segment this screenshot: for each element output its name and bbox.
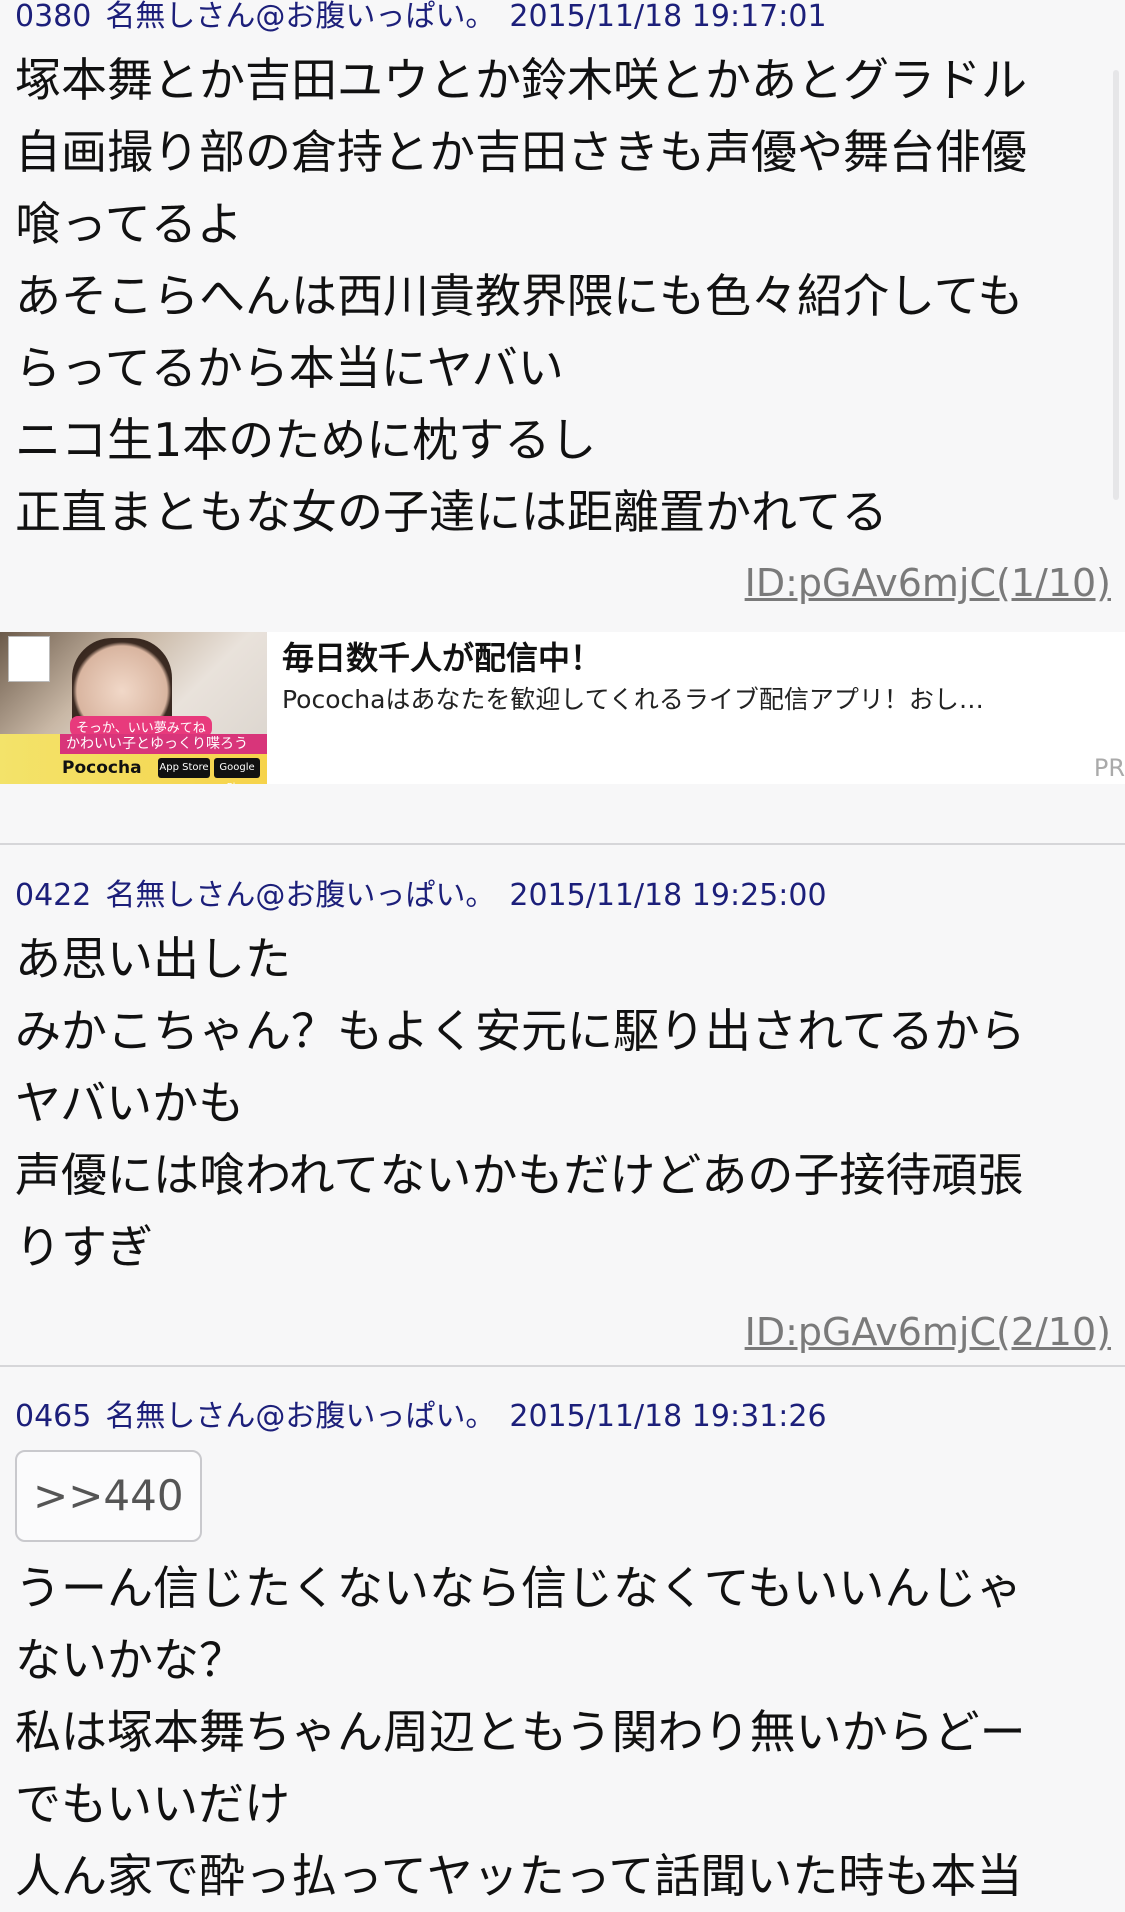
- post: 0380 名無しさん@お腹いっぱい。 2015/11/18 19:17:01 塚本舞…: [0, 0, 1125, 606]
- post-number: 0380: [15, 0, 92, 34]
- post-line: 声優には喰われてないかもだけどあの子接待頑張: [15, 1148, 1024, 1202]
- post-body: >>440 うーん信じたくないなら信じなくてもいいんじゃ ないかな？ 私は塚本舞…: [0, 1442, 1125, 1912]
- thumb-inset-image: [8, 636, 50, 682]
- pococha-logo: Pococha: [62, 758, 142, 778]
- post-body: あ思い出した みかこちゃん？もよく安元に駆り出されてるから ヤバいかも 声優には…: [0, 923, 1125, 1283]
- post-line: ニコ生1本のために枕するし: [15, 413, 597, 467]
- post-line: りすぎ: [15, 1220, 153, 1274]
- ad-pr-label: PR: [1093, 754, 1125, 782]
- post-line: みかこちゃん？もよく安元に駆り出されてるから: [15, 1004, 1026, 1058]
- post-line: 人ん家で酔っ払ってヤッたって話聞いた時も本当: [15, 1849, 1023, 1903]
- post-line: ヤバいかも: [15, 1076, 245, 1130]
- post-number: 0422: [15, 878, 92, 913]
- divider: [0, 1365, 1125, 1367]
- post-header: 0422 名無しさん@お腹いっぱい。 2015/11/18 19:25:00: [0, 879, 1125, 913]
- post: 0465 名無しさん@お腹いっぱい。 2015/11/18 19:31:26 >>4…: [0, 1400, 1125, 1912]
- divider: [0, 843, 1125, 845]
- post-header: 0380 名無しさん@お腹いっぱい。 2015/11/18 19:17:01: [0, 0, 1125, 34]
- thumb-banner: かわいい子とゆっくり喋ろう Pococha App Store Google P…: [0, 734, 267, 784]
- ad-text[interactable]: 毎日数千人が配信中！ Pocochaはあなたを歓迎してくれるライブ配信アプリ！お…: [267, 632, 1125, 784]
- post-datetime: 2015/11/18 19:31:26: [509, 1399, 827, 1434]
- post-datetime: 2015/11/18 19:25:00: [509, 878, 827, 913]
- post-line: あそこらへんは西川貴教界隈にも色々紹介しても: [15, 269, 1024, 323]
- post-line: でもいいだけ: [15, 1777, 291, 1831]
- post-number: 0465: [15, 1399, 92, 1434]
- post-line: あ思い出した: [15, 932, 291, 986]
- post-header: 0465 名無しさん@お腹いっぱい。 2015/11/18 19:31:26: [0, 1400, 1125, 1434]
- post-line: 私は塚本舞ちゃん周辺ともう関わり無いからどー: [15, 1705, 1026, 1759]
- ad-thumbnail[interactable]: そっか、いい夢みてね かわいい子とゆっくり喋ろう Pococha App Sto…: [0, 632, 267, 784]
- app-store-badge: App Store: [158, 758, 210, 778]
- post-line: らってるから本当にヤバい: [15, 341, 564, 395]
- ad-description[interactable]: Pocochaはあなたを歓迎してくれるライブ配信アプリ！おし…: [282, 680, 1112, 720]
- post: 0422 名無しさん@お腹いっぱい。 2015/11/18 19:25:00 あ思い…: [0, 879, 1125, 1355]
- thumb-banner-text: かわいい子とゆっくり喋ろう: [60, 734, 267, 754]
- post-datetime: 2015/11/18 19:17:01: [509, 0, 827, 34]
- post-id-link[interactable]: ID:pGAv6mjC(1/10): [0, 560, 1125, 606]
- post-line: 自画撮り部の倉持とか吉田さきも声優や舞台俳優: [15, 125, 1027, 179]
- post-line: 喰ってるよ: [15, 197, 243, 251]
- post-author: 名無しさん@お腹いっぱい。: [105, 1399, 496, 1434]
- post-line: ないかな？: [15, 1633, 245, 1687]
- reply-anchor-link[interactable]: >>440: [15, 1450, 202, 1542]
- post-author: 名無しさん@お腹いっぱい。: [105, 0, 496, 34]
- post-line: うーん信じたくないなら信じなくてもいいんじゃ: [15, 1561, 1023, 1615]
- post-body: 塚本舞とか吉田ユウとか鈴木咲とかあとグラドル 自画撮り部の倉持とか吉田さきも声優…: [0, 44, 1125, 548]
- google-play-badge: Google Play: [214, 758, 260, 784]
- post-line: 塚本舞とか吉田ユウとか鈴木咲とかあとグラドル: [15, 53, 1027, 107]
- post-line: 正直まともな女の子達には距離置かれてる: [15, 485, 888, 539]
- ad-title[interactable]: 毎日数千人が配信中！: [282, 636, 1125, 680]
- post-id-link[interactable]: ID:pGAv6mjC(2/10): [0, 1309, 1125, 1355]
- post-author: 名無しさん@お腹いっぱい。: [105, 878, 496, 913]
- ad-banner[interactable]: そっか、いい夢みてね かわいい子とゆっくり喋ろう Pococha App Sto…: [0, 632, 1125, 784]
